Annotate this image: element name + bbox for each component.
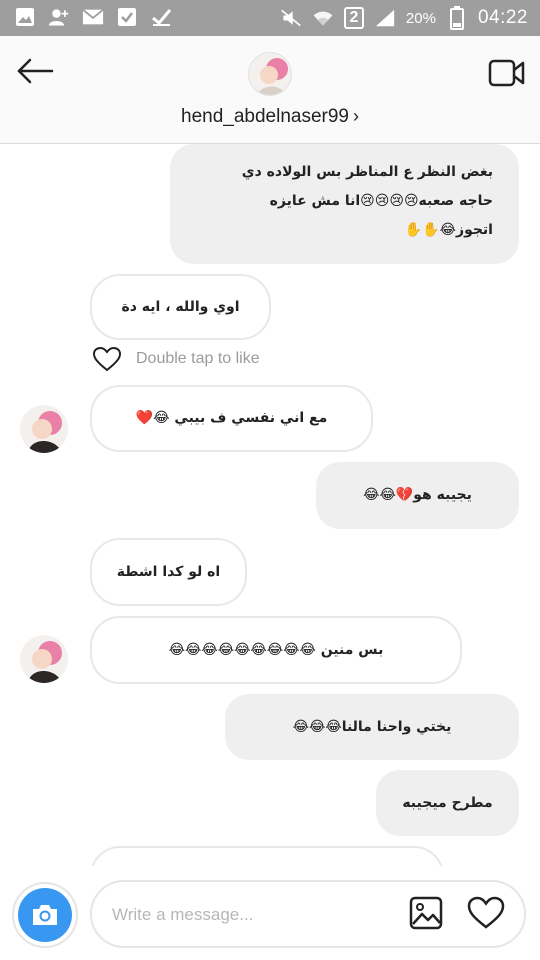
checkbox-icon [116,6,138,28]
message-text: مطرح ميجيبه [402,794,493,811]
message-line: حاجه صعبه😢😢😢😢انا مش عايزه [269,193,493,209]
wifi-icon [312,7,334,29]
username-text: hend_abdelnaser99 [181,106,349,127]
mute-icon [280,7,302,29]
message-bubble-sent[interactable]: بغض النظر ع المناظر بس الولاده دي حاجه ص… [170,144,519,264]
message-line: بغض النظر ع المناظر بس الولاده دي [241,164,493,180]
clock: 04:22 [477,7,528,28]
mail-icon [82,6,104,28]
sender-avatar[interactable] [20,405,68,453]
message-input-container [90,880,526,948]
message-bubble-sent[interactable]: يختي واحنا مالنا😂😂😂 [225,694,519,760]
system-icons: 2 20% 04:22 [280,4,528,32]
sim-slot-indicator: 2 [343,7,364,29]
message-text: بس منين 😂😂😂😂😂😂😂😂😂 [168,641,384,658]
message-text: اوي والله ، ايه دة [121,298,240,315]
message-bubble-received[interactable]: مع اني نفسي ف بيبي 😂❤️ [90,385,373,452]
signal-icon [374,7,396,29]
image-icon [14,6,36,28]
camera-icon [33,905,57,925]
message-line: اتجوز😂✋✋ [404,222,493,238]
header-username[interactable]: hend_abdelnaser99 › [0,106,540,128]
battery-icon [446,6,468,30]
back-button[interactable] [14,54,56,88]
message-bubble-sent[interactable]: مطرح ميجيبه [376,770,519,836]
battery-percent: 20% [405,9,436,27]
heart-outline-icon [467,896,505,929]
gallery-button[interactable] [408,895,444,931]
message-bubble-received[interactable]: اوي والله ، ايه دة [90,274,271,340]
video-camera-icon [488,59,525,87]
camera-button-fill [18,888,72,942]
message-text: مع اني نفسي ف بيبي 😂❤️ [135,410,328,426]
notification-icons [14,6,172,28]
chevron-right-icon: › [353,106,359,126]
like-prompt-text: Double tap to like [136,350,260,367]
video-call-button[interactable] [486,56,528,90]
back-arrow-icon [17,58,54,84]
message-input[interactable] [112,900,392,930]
message-bubble-received[interactable]: بس منين 😂😂😂😂😂😂😂😂😂 [90,616,462,684]
person-add-icon [48,6,70,28]
camera-button[interactable] [12,882,78,948]
message-text: يجيبه هو💔😂😂 [363,487,472,503]
message-text: اه لو كدا اشطة [116,563,221,580]
sender-avatar[interactable] [20,635,68,683]
message-bubble-sent[interactable]: يجيبه هو💔😂😂 [316,462,519,529]
message-bubble-received[interactable]: اه لو كدا اشطة [90,538,247,606]
like-prompt[interactable]: Double tap to like [92,344,260,374]
header-avatar[interactable] [248,52,292,96]
gallery-icon [409,896,443,930]
chat-header: hend_abdelnaser99 › [0,36,540,144]
heart-outline-icon [92,346,122,372]
like-button[interactable] [466,895,506,931]
status-bar: 2 20% 04:22 [0,0,540,36]
message-text: يختي واحنا مالنا😂😂😂 [292,718,452,735]
check-icon [150,6,172,28]
